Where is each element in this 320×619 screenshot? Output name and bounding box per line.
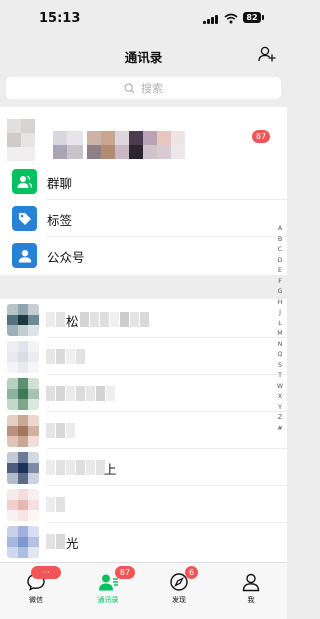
alphabet-index-letter[interactable]: F bbox=[278, 277, 282, 288]
alphabet-index-letter[interactable]: X bbox=[278, 392, 282, 403]
search-input[interactable]: 搜索 bbox=[6, 77, 281, 99]
signal-icon bbox=[203, 15, 218, 24]
alphabet-index-letter[interactable]: # bbox=[277, 424, 282, 435]
alphabet-index-letter[interactable]: A bbox=[278, 224, 282, 235]
search-placeholder: 搜索 bbox=[141, 82, 163, 95]
tab-badge: 87 bbox=[115, 566, 135, 579]
contact-name: 上 bbox=[104, 462, 117, 477]
name-blur bbox=[46, 386, 115, 401]
official-account-icon bbox=[12, 243, 37, 268]
new-friends-avatars bbox=[7, 119, 185, 161]
alphabet-index-letter[interactable]: L bbox=[278, 319, 282, 330]
alphabet-index-letter[interactable]: B bbox=[278, 235, 282, 246]
avatar bbox=[7, 489, 39, 521]
battery-cap bbox=[262, 15, 264, 20]
name-blur bbox=[46, 460, 105, 475]
tab-label: 发现 bbox=[172, 596, 186, 604]
alphabet-index-letter[interactable]: Y bbox=[278, 403, 282, 414]
name-blur bbox=[46, 349, 85, 364]
contact-list[interactable]: 87 群聊 标签 公众号 松 上 光 bbox=[0, 107, 287, 562]
alphabet-index-letter[interactable]: Q bbox=[278, 350, 283, 361]
name-blur bbox=[80, 312, 149, 327]
alphabet-index-letter[interactable]: W bbox=[277, 382, 283, 393]
avatar bbox=[7, 415, 39, 447]
tab-label: 通讯录 bbox=[97, 596, 119, 604]
alphabet-index[interactable]: A B C D E F G H J L M N Q S T W X Y Z # bbox=[274, 224, 286, 434]
tags-label: 标签 bbox=[47, 213, 73, 228]
list-item[interactable]: 上 bbox=[0, 449, 287, 486]
new-friends-badge: 87 bbox=[252, 130, 270, 143]
page-title: 通讯录 bbox=[124, 50, 163, 65]
name-blur bbox=[46, 497, 65, 512]
battery-icon: 82 bbox=[243, 12, 261, 23]
official-accounts-row[interactable]: 公众号 bbox=[0, 237, 287, 274]
tab-label: 我 bbox=[247, 596, 255, 604]
tab-discover[interactable]: 6 发现 bbox=[143, 563, 215, 619]
tab-contacts[interactable]: 87 通讯录 bbox=[72, 563, 144, 619]
name-blur bbox=[46, 423, 75, 438]
alphabet-index-letter[interactable]: E bbox=[278, 266, 282, 277]
alphabet-index-letter[interactable]: N bbox=[278, 340, 283, 351]
tab-label: 微信 bbox=[29, 596, 43, 604]
add-friend-icon[interactable] bbox=[258, 45, 276, 63]
tab-me[interactable]: 我 bbox=[215, 563, 287, 619]
contact-name: 光 bbox=[66, 536, 79, 551]
alphabet-index-letter[interactable]: S bbox=[278, 361, 282, 372]
tab-badge: ··· bbox=[31, 566, 61, 579]
tab-bar: ··· 微信 87 通讯录 6 发现 我 bbox=[0, 562, 287, 619]
new-friends-row[interactable]: 87 bbox=[0, 107, 287, 163]
avatar bbox=[7, 341, 39, 373]
alphabet-index-letter[interactable]: H bbox=[278, 298, 283, 309]
alphabet-index-letter[interactable]: Z bbox=[278, 413, 282, 424]
status-time: 15:13 bbox=[39, 11, 81, 26]
avatar bbox=[7, 304, 39, 336]
list-item[interactable] bbox=[0, 375, 287, 412]
list-item[interactable]: 松 bbox=[0, 301, 287, 338]
name-blur bbox=[46, 534, 65, 549]
avatar bbox=[7, 378, 39, 410]
list-item[interactable] bbox=[0, 486, 287, 523]
tab-badge: 6 bbox=[185, 566, 198, 579]
group-chat-icon bbox=[12, 169, 37, 194]
tag-icon bbox=[12, 206, 37, 231]
alphabet-index-letter[interactable]: C bbox=[278, 245, 282, 256]
tags-row[interactable]: 标签 bbox=[0, 200, 287, 237]
alphabet-index-letter[interactable]: J bbox=[279, 308, 281, 319]
avatar bbox=[7, 526, 39, 558]
alphabet-index-letter[interactable]: M bbox=[277, 329, 282, 340]
list-item[interactable]: 光 bbox=[0, 523, 287, 560]
person-icon bbox=[242, 573, 260, 592]
tab-chats[interactable]: ··· 微信 bbox=[0, 563, 72, 619]
section-header bbox=[0, 275, 287, 299]
alphabet-index-letter[interactable]: D bbox=[278, 256, 283, 267]
list-item[interactable] bbox=[0, 338, 287, 375]
name-blur bbox=[46, 312, 65, 327]
alphabet-index-letter[interactable]: T bbox=[278, 371, 282, 382]
avatar bbox=[7, 452, 39, 484]
group-chats-label: 群聊 bbox=[47, 176, 73, 191]
wifi-icon bbox=[224, 13, 238, 24]
status-bar: 15:13 82 bbox=[0, 0, 287, 36]
official-accounts-label: 公众号 bbox=[47, 250, 85, 265]
group-chats-row[interactable]: 群聊 bbox=[0, 163, 287, 200]
list-item[interactable] bbox=[0, 412, 287, 449]
search-icon bbox=[124, 82, 135, 93]
contact-name: 松 bbox=[66, 314, 79, 329]
alphabet-index-letter[interactable]: G bbox=[278, 287, 283, 298]
